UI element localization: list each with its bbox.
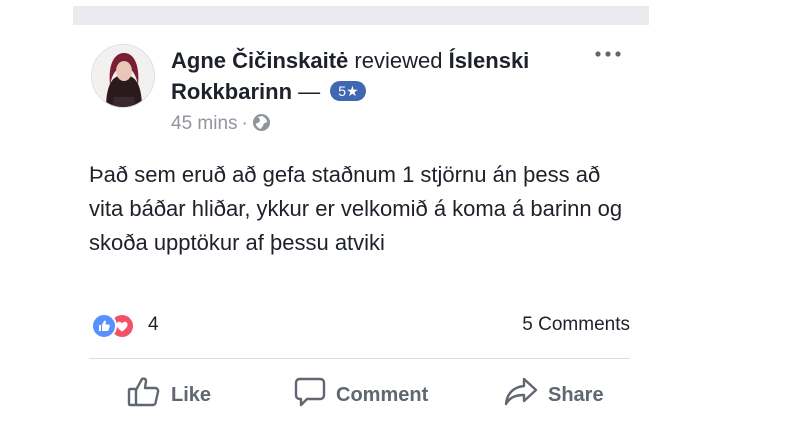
feed-top-strip: [73, 6, 649, 25]
post-text: Það sem eruð að gefa staðnum 1 stjörnu á…: [89, 162, 623, 255]
post-header: Agne Čičinskaitė reviewed Íslenski Rokkb…: [171, 45, 571, 107]
author-avatar[interactable]: [91, 44, 155, 108]
action-verb: reviewed: [354, 48, 443, 73]
post-meta: 45 mins ·: [171, 113, 271, 135]
review-post-card: Agne Čičinskaitė reviewed Íslenski Rokkb…: [73, 25, 649, 442]
comment-label: Comment: [336, 383, 429, 406]
like-label: Like: [171, 383, 212, 406]
globe-icon: [252, 113, 271, 134]
author-name[interactable]: Agne Čičinskaitė: [171, 48, 348, 73]
share-label: Share: [548, 383, 604, 406]
comment-bubble-icon: [294, 376, 336, 414]
avatar-image: [92, 45, 154, 107]
timestamp[interactable]: 45 mins: [171, 113, 238, 134]
like-icon: [91, 313, 117, 339]
like-button[interactable]: Like: [127, 377, 212, 410]
thumbs-up-icon: [127, 376, 171, 414]
rating-badge: 5★: [330, 81, 366, 101]
share-arrow-icon: [504, 376, 548, 414]
reaction-count: 4: [148, 314, 159, 335]
comments-count[interactable]: 5 Comments: [522, 313, 630, 337]
dash: —: [298, 79, 321, 104]
share-button[interactable]: Share: [504, 377, 604, 410]
meta-separator: ·: [241, 113, 248, 134]
more-options-icon[interactable]: [593, 47, 623, 59]
comment-button[interactable]: Comment: [294, 377, 429, 410]
actions-divider: [89, 358, 630, 359]
